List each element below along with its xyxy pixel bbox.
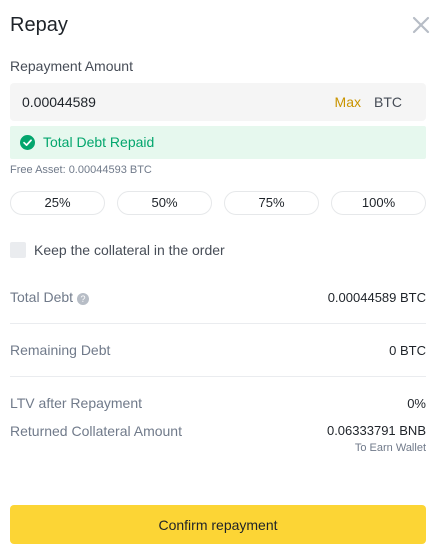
percent-25-button[interactable]: 25% (10, 191, 105, 215)
free-asset-text: Free Asset: 0.00044593 BTC (10, 164, 152, 176)
dialog-title: Repay (10, 14, 68, 36)
remaining-debt-label: Remaining Debt (10, 342, 111, 358)
max-button[interactable]: Max (335, 94, 361, 110)
divider (10, 323, 426, 324)
confirm-repayment-button[interactable]: Confirm repayment (10, 505, 426, 544)
divider (10, 376, 426, 377)
total-debt-label: Total Debt? (10, 289, 90, 305)
returned-collateral-value: 0.06333791 BNB (326, 423, 426, 438)
ltv-after-label: LTV after Repayment (10, 395, 143, 411)
percent-100-button[interactable]: 100% (331, 191, 426, 215)
info-icon[interactable]: ? (77, 293, 90, 305)
close-icon[interactable] (410, 14, 432, 36)
keep-collateral-label: Keep the collateral in the order (34, 242, 225, 258)
percent-50-button[interactable]: 50% (117, 191, 212, 215)
dialog-header: Repay (10, 12, 432, 38)
repayment-amount-label: Repayment Amount (10, 58, 133, 74)
returned-collateral-destination: To Earn Wallet (354, 442, 426, 454)
currency-unit: BTC (374, 94, 402, 110)
remaining-debt-value: 0 BTC (389, 343, 426, 358)
total-debt-value: 0.00044589 BTC (327, 290, 426, 305)
percent-buttons: 25% 50% 75% 100% (10, 191, 426, 215)
check-circle-icon (20, 135, 35, 150)
repayment-amount-input[interactable] (22, 83, 272, 121)
total-debt-label-text: Total Debt (10, 289, 74, 305)
keep-collateral-checkbox[interactable] (10, 242, 26, 258)
ltv-after-value: 0% (407, 396, 426, 411)
repayment-amount-field: Max BTC (10, 83, 426, 121)
status-text: Total Debt Repaid (43, 134, 155, 150)
returned-collateral-label: Returned Collateral Amount (10, 423, 182, 439)
percent-75-button[interactable]: 75% (224, 191, 319, 215)
status-banner: Total Debt Repaid (10, 126, 426, 159)
